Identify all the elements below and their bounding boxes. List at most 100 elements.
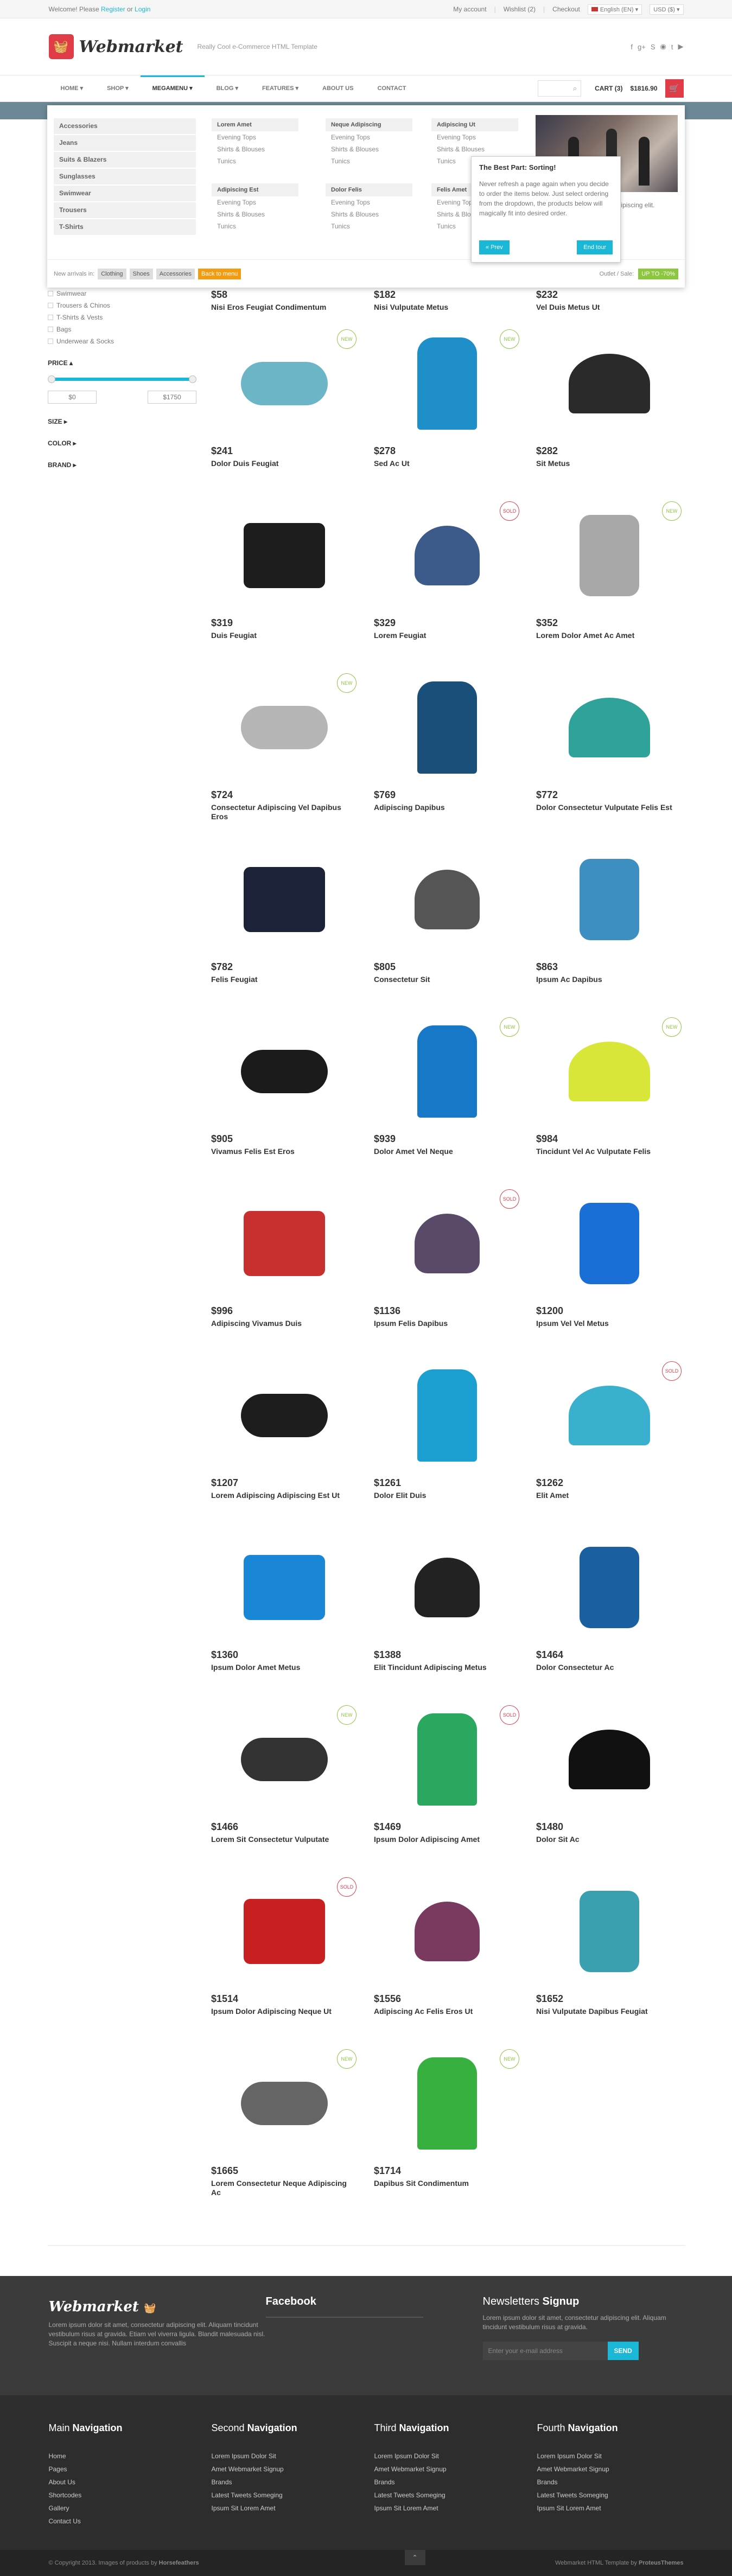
product-name[interactable]: Sed Ac Ut	[374, 459, 520, 468]
logo-text[interactable]: Webmarket	[79, 37, 183, 56]
size-filter-title[interactable]: SIZE ▸	[48, 418, 196, 425]
tag-accessories[interactable]: Accessories	[156, 268, 195, 279]
megamenu-link[interactable]: Shirts & Blouses	[431, 143, 518, 155]
megamenu-link[interactable]: Shirts & Blouses	[326, 208, 412, 220]
color-filter-title[interactable]: COLOR ▸	[48, 439, 196, 447]
copyright-bold[interactable]: Horsefeathers	[159, 2560, 199, 2566]
twitter-icon[interactable]: t	[671, 43, 673, 51]
megamenu-link[interactable]: Evening Tops	[212, 131, 298, 143]
product-name[interactable]: Adipiscing Dapibus	[374, 803, 520, 812]
brand-filter-title[interactable]: BRAND ▸	[48, 461, 196, 469]
product-name[interactable]: Lorem Dolor Amet Ac Amet	[536, 631, 683, 640]
footer-nav-link[interactable]: Latest Tweets Someging	[537, 2491, 684, 2499]
product-name[interactable]: Dolor Elit Duis	[374, 1491, 520, 1500]
product-name[interactable]: Nisi Eros Feugiat Condimentum	[211, 303, 358, 312]
slider-max-handle[interactable]	[189, 375, 196, 383]
checkbox-icon[interactable]	[48, 327, 53, 332]
product-image[interactable]: NEW	[211, 2042, 358, 2165]
product-image[interactable]	[536, 1870, 683, 1993]
product-image[interactable]	[536, 838, 683, 961]
product-image[interactable]: NEW	[374, 1010, 520, 1133]
product-image[interactable]	[536, 666, 683, 789]
price-min-field[interactable]: $0	[48, 391, 97, 404]
footer-nav-link[interactable]: Latest Tweets Someging	[374, 2491, 521, 2499]
back-to-menu-button[interactable]: Back to menu	[198, 268, 241, 279]
product-image[interactable]: SOLD	[374, 494, 520, 617]
back-to-top-button[interactable]: ⌃	[404, 2550, 425, 2565]
product-card[interactable]: NEW $1466 Lorem Sit Consectetur Vulputate	[211, 1698, 358, 1844]
product-name[interactable]: Dolor Sit Ac	[536, 1835, 683, 1844]
youtube-icon[interactable]: ▶	[678, 42, 684, 51]
language-select[interactable]: English (EN) ▾	[587, 4, 642, 15]
product-name[interactable]: Nisi Vulputate Metus	[374, 303, 520, 312]
product-image[interactable]	[374, 1526, 520, 1649]
filter-checkbox[interactable]: Trousers & Chinos	[48, 302, 196, 309]
megamenu-link[interactable]: Evening Tops	[326, 196, 412, 208]
product-image[interactable]: NEW	[211, 322, 358, 445]
product-card[interactable]: $863 Ipsum Ac Dapibus	[536, 838, 683, 984]
credit-bold[interactable]: ProteusThemes	[639, 2560, 684, 2566]
megamenu-link[interactable]: Tunics	[212, 220, 298, 232]
product-image[interactable]	[536, 1182, 683, 1305]
megamenu-column-title[interactable]: Lorem Amet	[212, 118, 298, 131]
product-card[interactable]: $182 Nisi Vulputate Metus	[374, 289, 520, 312]
product-name[interactable]: Dolor Consectetur Ac	[536, 1663, 683, 1672]
product-image[interactable]	[211, 1182, 358, 1305]
product-card[interactable]: $1480 Dolor Sit Ac	[536, 1698, 683, 1844]
footer-nav-link[interactable]: Brands	[374, 2478, 521, 2486]
product-name[interactable]: Felis Feugiat	[211, 975, 358, 984]
product-card[interactable]: $1261 Dolor Elit Duis	[374, 1354, 520, 1500]
nav-shop[interactable]: SHOP ▾	[95, 75, 141, 101]
product-image[interactable]: NEW	[374, 2042, 520, 2165]
filter-checkbox[interactable]: Underwear & Socks	[48, 337, 196, 345]
product-name[interactable]: Lorem Adipiscing Adipiscing Est Ut	[211, 1491, 358, 1500]
tour-prev-button[interactable]: « Prev	[479, 240, 510, 254]
product-card[interactable]: $319 Duis Feugiat	[211, 494, 358, 640]
register-link[interactable]: Register	[101, 5, 125, 13]
tag-clothing[interactable]: Clothing	[98, 268, 126, 279]
price-max-field[interactable]: $1750	[148, 391, 196, 404]
product-image[interactable]: SOLD	[211, 1870, 358, 1993]
product-name[interactable]: Lorem Consectetur Neque Adipiscing Ac	[211, 2179, 358, 2197]
product-image[interactable]: NEW	[536, 494, 683, 617]
product-image[interactable]: SOLD	[536, 1354, 683, 1477]
megamenu-link[interactable]: Tunics	[326, 220, 412, 232]
footer-nav-link[interactable]: Lorem Ipsum Dolor Sit	[537, 2452, 684, 2460]
product-card[interactable]: NEW $278 Sed Ac Ut	[374, 322, 520, 468]
product-card[interactable]: $996 Adipiscing Vivamus Duis	[211, 1182, 358, 1328]
product-image[interactable]	[536, 1698, 683, 1821]
cart-icon[interactable]: 🛒	[665, 79, 684, 98]
search-input[interactable]: ⌕	[538, 80, 582, 97]
product-image[interactable]: NEW	[211, 1698, 358, 1821]
filter-checkbox[interactable]: Bags	[48, 326, 196, 333]
footer-nav-link[interactable]: Amet Webmarket Signup	[212, 2465, 358, 2473]
product-name[interactable]: Tincidunt Vel Ac Vulputate Felis	[536, 1147, 683, 1156]
my-account-link[interactable]: My account	[453, 5, 486, 13]
product-name[interactable]: Consectetur Adipiscing Vel Dapibus Eros	[211, 803, 358, 821]
megamenu-link[interactable]: Tunics	[212, 155, 298, 167]
nav-about[interactable]: ABOUT US	[310, 75, 365, 101]
product-name[interactable]: Ipsum Dolor Amet Metus	[211, 1663, 358, 1672]
product-card[interactable]: SOLD $329 Lorem Feugiat	[374, 494, 520, 640]
product-card[interactable]: NEW $1665 Lorem Consectetur Neque Adipisci…	[211, 2042, 358, 2197]
product-image[interactable]	[536, 322, 683, 445]
product-name[interactable]: Nisi Vulputate Dapibus Feugiat	[536, 2007, 683, 2016]
product-name[interactable]: Sit Metus	[536, 459, 683, 468]
price-filter-title[interactable]: PRICE ▴	[48, 359, 196, 367]
skype-icon[interactable]: S	[651, 43, 655, 51]
product-image[interactable]: SOLD	[374, 1698, 520, 1821]
product-image[interactable]	[374, 1870, 520, 1993]
google-plus-icon[interactable]: g+	[638, 43, 646, 51]
product-card[interactable]: $1464 Dolor Consectetur Ac	[536, 1526, 683, 1672]
megamenu-category[interactable]: Accessories	[54, 118, 196, 135]
login-link[interactable]: Login	[135, 5, 150, 13]
currency-select[interactable]: USD ($) ▾	[650, 4, 684, 15]
product-image[interactable]	[374, 838, 520, 961]
megamenu-column-title[interactable]: Neque Adipiscing	[326, 118, 412, 131]
product-card[interactable]: $1207 Lorem Adipiscing Adipiscing Est Ut	[211, 1354, 358, 1500]
footer-nav-link[interactable]: Lorem Ipsum Dolor Sit	[212, 2452, 358, 2460]
tag-shoes[interactable]: Shoes	[129, 268, 153, 279]
nav-home[interactable]: HOME ▾	[49, 75, 96, 101]
product-card[interactable]: SOLD $1136 Ipsum Felis Dapibus	[374, 1182, 520, 1328]
product-card[interactable]: $58 Nisi Eros Feugiat Condimentum	[211, 289, 358, 312]
